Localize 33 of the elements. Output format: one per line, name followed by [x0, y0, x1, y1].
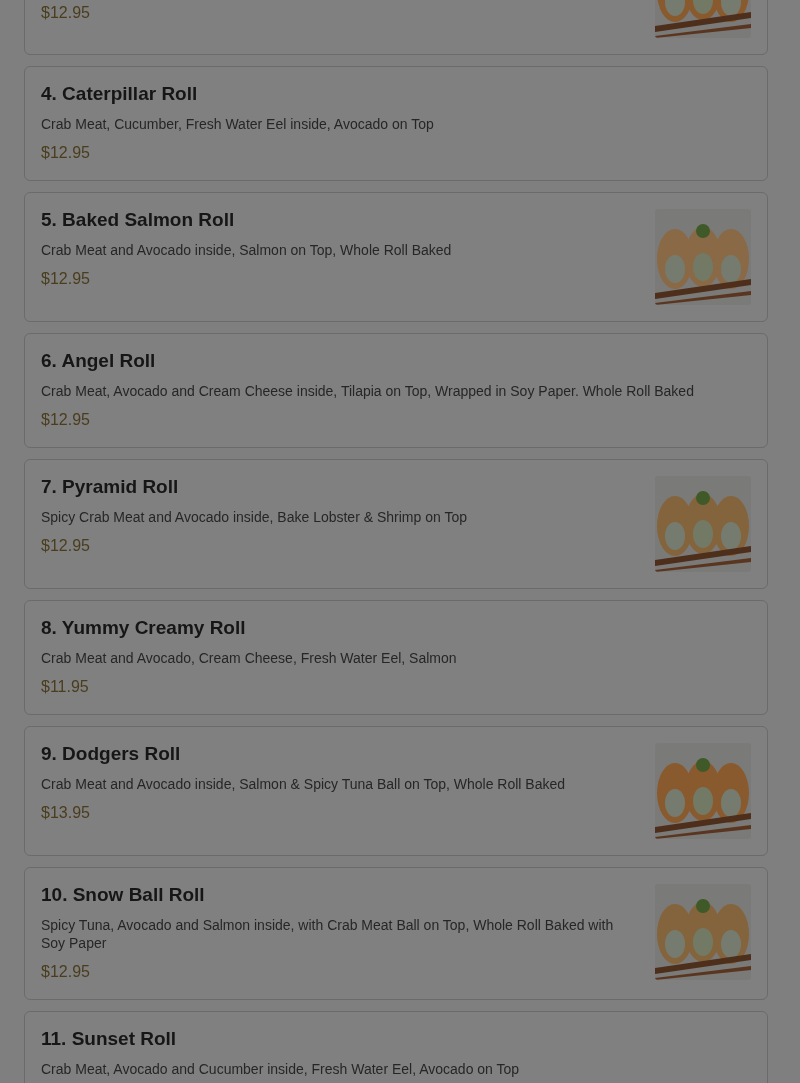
item-description: Crab Meat, Avocado and Cucumber inside, Fresh Water Eel, Avocado on Top [41, 1060, 521, 1078]
menu-item-card[interactable]: 7. Pyramid Roll Spicy Crab Meat and Avocado inside, Bake Lobster & Shrimp on Top $12.95 [24, 459, 768, 589]
item-title: 6. Angel Roll [41, 350, 157, 372]
item-title: 11. Sunset Roll [41, 1028, 178, 1050]
item-title: 8. Yummy Creamy Roll [41, 617, 247, 639]
menu-item-card[interactable]: 8. Yummy Creamy Roll Crab Meat and Avocado, Cream Cheese, Fresh Water Eel, Salmon $11.95 [24, 600, 768, 715]
item-title: 10. Snow Ball Roll [41, 884, 206, 906]
menu-item-card[interactable]: 10. Snow Ball Roll Spicy Tuna, Avocado and Salmon inside, with Crab Meat Ball on Top, Whole Roll Baked with Soy Paper $12.95 [24, 867, 768, 1000]
item-title: 7. Pyramid Roll [41, 476, 180, 498]
item-title: 4. Caterpillar Roll [41, 83, 199, 105]
menu-item-card[interactable]: 6. Angel Roll Crab Meat, Avocado and Cream Cheese inside, Tilapia on Top, Wrapped in Soy Paper. Whole Roll Baked $12.95 [24, 333, 768, 448]
item-description: Crab Meat and Avocado inside, Salmon & Spicy Tuna Ball on Top, Whole Roll Baked [41, 775, 566, 793]
item-price: $12.95 [41, 962, 91, 982]
item-description: Crab Meat and Avocado, Cream Cheese, Fresh Water Eel, Salmon [41, 649, 458, 667]
item-price: $12.95 [41, 536, 91, 556]
menu-item-card[interactable]: 11. Sunset Roll Crab Meat, Avocado and Cucumber inside, Fresh Water Eel, Avocado on Top [24, 1011, 768, 1083]
menu-item-card[interactable]: 9. Dodgers Roll Crab Meat and Avocado inside, Salmon & Spicy Tuna Ball on Top, Whole Roll Baked $13.95 [24, 726, 768, 856]
item-title: 5. Baked Salmon Roll [41, 209, 236, 231]
item-description: Spicy Tuna, Avocado and Salmon inside, with Crab Meat Ball on Top, Whole Roll Baked with Soy Paper [41, 916, 615, 952]
item-price: $12.95 [41, 410, 91, 430]
menu-item-card[interactable]: $12.95 [24, 0, 768, 55]
item-price: $12.95 [41, 143, 91, 163]
item-price: $12.95 [41, 3, 91, 23]
item-description: Crab Meat, Avocado and Cream Cheese inside, Tilapia on Top, Wrapped in Soy Paper. Whole Roll Baked [41, 382, 695, 400]
menu-item-card[interactable]: 5. Baked Salmon Roll Crab Meat and Avocado inside, Salmon on Top, Whole Roll Baked $12.95 [24, 192, 768, 322]
item-price: $13.95 [41, 803, 91, 823]
item-price: $11.95 [41, 677, 90, 697]
item-description: Spicy Crab Meat and Avocado inside, Bake Lobster & Shrimp on Top [41, 508, 468, 526]
menu-item-card[interactable]: 4. Caterpillar Roll Crab Meat, Cucumber, Fresh Water Eel inside, Avocado on Top $12.95 [24, 66, 768, 181]
item-price: $12.95 [41, 269, 91, 289]
item-description: Crab Meat and Avocado inside, Salmon on Top, Whole Roll Baked [41, 241, 453, 259]
item-description: Crab Meat, Cucumber, Fresh Water Eel inside, Avocado on Top [41, 115, 435, 133]
item-title: 9. Dodgers Roll [41, 743, 182, 765]
